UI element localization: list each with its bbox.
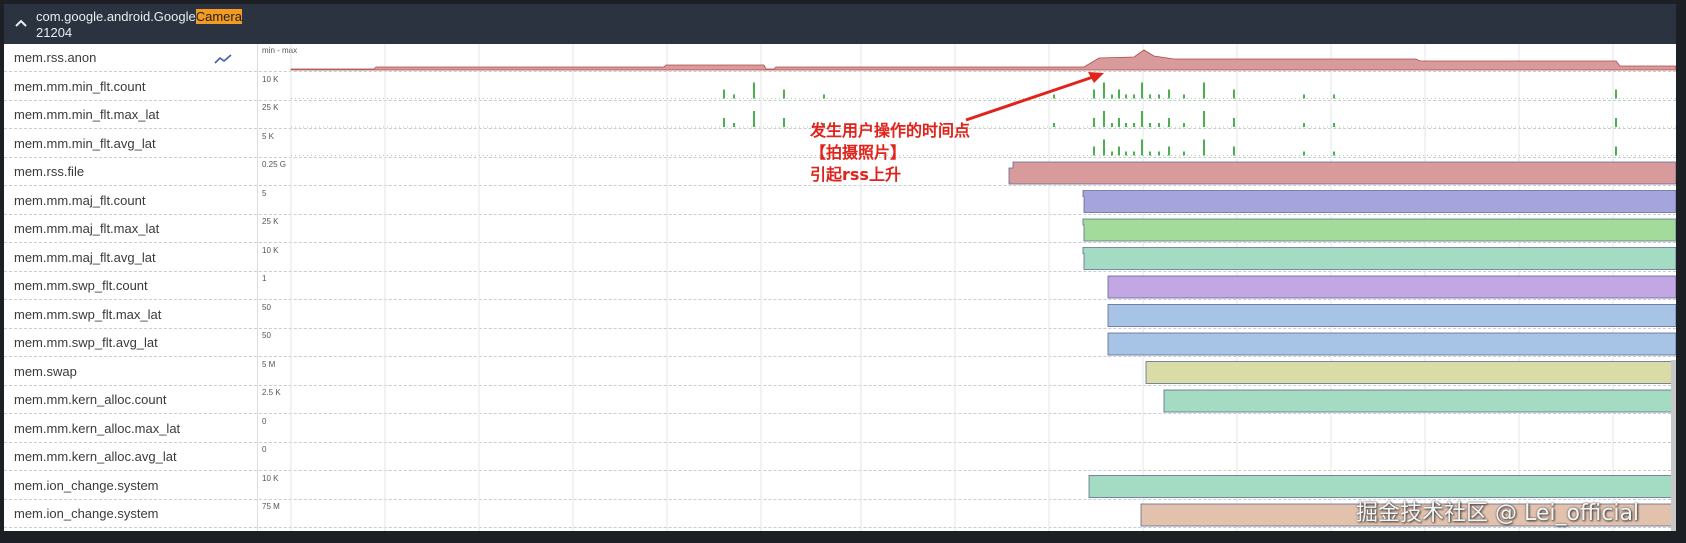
trace-panel: com.google.android.GoogleCamera 21204 me… xyxy=(4,4,1676,531)
metric-block xyxy=(1008,161,1676,185)
metric-block xyxy=(1082,190,1676,213)
annotation-text: 发生用户操作的时间点 【拍摄照片】 引起rss上升 xyxy=(810,120,970,186)
metric-block xyxy=(1082,218,1676,242)
watermark: 掘金技术社区 @ Lei_official xyxy=(1356,501,1640,526)
rss-anon-area xyxy=(290,49,1676,71)
metric-block xyxy=(1107,332,1676,356)
annotation-line-2: 【拍摄照片】 xyxy=(810,143,907,162)
metric-block xyxy=(1163,389,1676,413)
annotation-arrow xyxy=(965,74,1097,122)
metric-block xyxy=(1107,275,1676,299)
metric-block xyxy=(1145,361,1676,384)
annotation-line-3: 引起rss上升 xyxy=(810,165,901,184)
scrollbar[interactable] xyxy=(1671,360,1676,531)
track-graph-canvas xyxy=(290,44,1676,531)
metric-block xyxy=(1082,247,1676,270)
metric-block xyxy=(1107,304,1676,327)
annotation-line-1: 发生用户操作的时间点 xyxy=(810,121,971,140)
